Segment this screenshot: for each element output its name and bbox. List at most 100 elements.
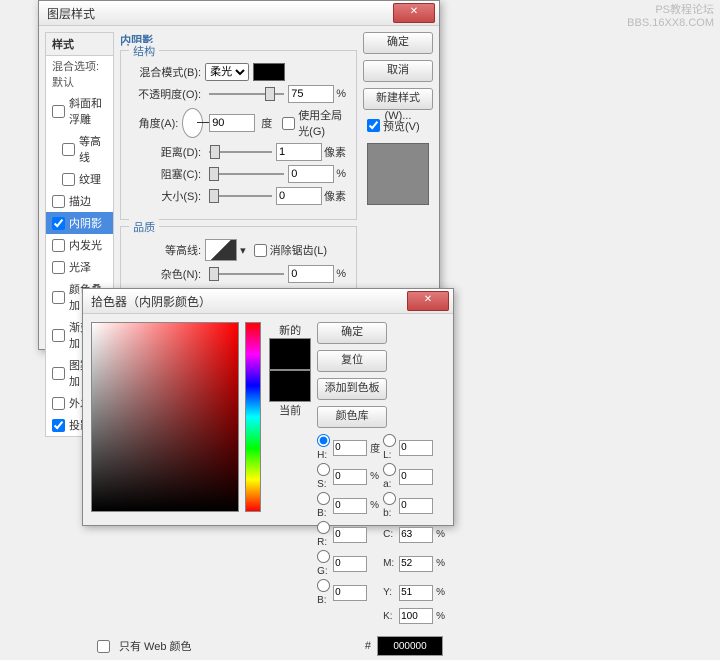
watermark-l1: PS教程论坛 — [627, 4, 714, 17]
s-radio[interactable] — [317, 463, 330, 476]
style-drop-shadow-check[interactable] — [52, 419, 65, 432]
distance-slider[interactable] — [209, 145, 272, 159]
h-input[interactable] — [333, 440, 367, 456]
style-satin-check[interactable] — [52, 261, 65, 274]
cp-title: 拾色器（内阴影颜色） — [87, 293, 407, 310]
br-radio[interactable] — [317, 492, 330, 505]
opacity-slider[interactable] — [209, 87, 284, 101]
cp-footer: 只有 Web 颜色 # — [83, 632, 453, 660]
color-picker-dialog: 拾色器（内阴影颜色） ✕ 新的 当前 确定 复位 添加到色板 颜色库 H:度 L… — [82, 288, 454, 526]
noise-input[interactable] — [288, 265, 334, 283]
style-outer-glow-check[interactable] — [52, 397, 65, 410]
opacity-label: 不透明度(O): — [131, 86, 201, 102]
a-input[interactable] — [399, 469, 433, 485]
new-color-swatch[interactable] — [269, 338, 311, 370]
noise-slider[interactable] — [209, 267, 284, 281]
cp-controls: 确定 复位 添加到色板 颜色库 H:度 L: S:% a: B:% b: R: … — [317, 322, 445, 624]
web-only-check[interactable] — [97, 640, 110, 653]
g-input[interactable] — [333, 556, 367, 572]
distance-input[interactable] — [276, 143, 322, 161]
shadow-color-swatch[interactable] — [253, 63, 285, 81]
preview-thumbnail — [367, 143, 429, 205]
new-label: 新的 — [269, 322, 311, 338]
g-radio[interactable] — [317, 550, 330, 563]
blend-default[interactable]: 混合选项:默认 — [46, 56, 113, 92]
r-radio[interactable] — [317, 521, 330, 534]
style-color-overlay-check[interactable] — [52, 291, 65, 304]
bb-radio[interactable] — [383, 492, 396, 505]
style-texture-check[interactable] — [62, 173, 75, 186]
style-texture[interactable]: 纹理 — [46, 168, 113, 190]
c-input[interactable] — [399, 527, 433, 543]
antialias-check[interactable] — [254, 244, 267, 257]
structure-title: 结构 — [129, 43, 159, 59]
r-input[interactable] — [333, 527, 367, 543]
bb-input[interactable] — [399, 498, 433, 514]
l-radio[interactable] — [383, 434, 396, 447]
angle-label: 角度(A): — [131, 115, 178, 131]
hue-slider[interactable] — [245, 322, 261, 512]
choke-label: 阻塞(C): — [131, 166, 201, 182]
a-radio[interactable] — [383, 463, 396, 476]
hex-input[interactable] — [377, 636, 443, 656]
structure-group: 结构 混合模式(B): 柔光 不透明度(O): % 角度(A): 度 使用全局光… — [120, 50, 357, 220]
distance-label: 距离(D): — [131, 144, 201, 160]
cancel-button[interactable]: 取消 — [363, 60, 433, 82]
blendmode-select[interactable]: 柔光 — [205, 63, 249, 81]
add-swatch-button[interactable]: 添加到色板 — [317, 378, 387, 400]
l-input[interactable] — [399, 440, 433, 456]
style-pattern-overlay-check[interactable] — [52, 367, 65, 380]
style-inner-glow-check[interactable] — [52, 239, 65, 252]
color-lib-button[interactable]: 颜色库 — [317, 406, 387, 428]
b-input[interactable] — [333, 585, 367, 601]
size-slider[interactable] — [209, 189, 272, 203]
br-input[interactable] — [333, 498, 367, 514]
b-radio[interactable] — [317, 579, 330, 592]
opacity-input[interactable] — [288, 85, 334, 103]
style-stroke[interactable]: 描边 — [46, 190, 113, 212]
angle-dial[interactable] — [182, 108, 203, 138]
style-stroke-check[interactable] — [52, 195, 65, 208]
titlebar[interactable]: 图层样式 ✕ — [39, 1, 439, 26]
k-input[interactable] — [399, 608, 433, 624]
noise-label: 杂色(N): — [131, 266, 201, 282]
style-inner-glow[interactable]: 内发光 — [46, 234, 113, 256]
style-satin[interactable]: 光泽 — [46, 256, 113, 278]
current-label: 当前 — [269, 402, 311, 418]
cp-cancel-button[interactable]: 复位 — [317, 350, 387, 372]
hex-label: # — [365, 640, 371, 652]
watermark: PS教程论坛 BBS.16XX8.COM — [627, 4, 714, 30]
new-style-button[interactable]: 新建样式(W)... — [363, 88, 433, 110]
style-contour-check[interactable] — [62, 143, 75, 156]
s-input[interactable] — [333, 469, 367, 485]
style-bevel-check[interactable] — [52, 105, 65, 118]
m-input[interactable] — [399, 556, 433, 572]
h-radio[interactable] — [317, 434, 330, 447]
choke-input[interactable] — [288, 165, 334, 183]
dialog-title: 图层样式 — [43, 5, 393, 22]
close-icon[interactable]: ✕ — [393, 3, 435, 23]
style-bevel[interactable]: 斜面和浮雕 — [46, 92, 113, 130]
choke-slider[interactable] — [209, 167, 284, 181]
global-light-check[interactable] — [282, 117, 295, 130]
style-contour[interactable]: 等高线 — [46, 130, 113, 168]
color-swatches: 新的 当前 — [269, 322, 311, 624]
ok-button[interactable]: 确定 — [363, 32, 433, 54]
preview-check[interactable] — [367, 119, 380, 132]
cp-ok-button[interactable]: 确定 — [317, 322, 387, 344]
size-label: 大小(S): — [131, 188, 201, 204]
style-inner-shadow[interactable]: 内阴影 — [46, 212, 113, 234]
current-color-swatch[interactable] — [269, 370, 311, 402]
style-inner-shadow-check[interactable] — [52, 217, 65, 230]
styles-header[interactable]: 样式 — [46, 33, 113, 56]
style-gradient-overlay-check[interactable] — [52, 329, 65, 342]
chevron-down-icon[interactable]: ▾ — [240, 244, 246, 257]
angle-input[interactable] — [209, 114, 255, 132]
quality-title: 品质 — [129, 219, 159, 235]
contour-picker[interactable] — [205, 239, 237, 261]
y-input[interactable] — [399, 585, 433, 601]
cp-titlebar[interactable]: 拾色器（内阴影颜色） ✕ — [83, 289, 453, 314]
close-icon[interactable]: ✕ — [407, 291, 449, 311]
color-field[interactable] — [91, 322, 239, 512]
size-input[interactable] — [276, 187, 322, 205]
